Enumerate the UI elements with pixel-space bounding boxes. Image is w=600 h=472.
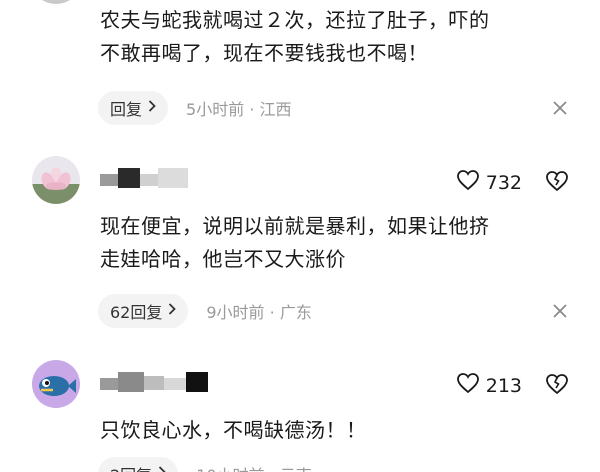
comment-text: 农夫与蛇我就喝过２次，还拉了肚子，吓的 不敢再喝了，现在不要钱我也不喝！ (100, 8, 490, 65)
broken-heart-icon[interactable] (544, 371, 570, 397)
comment-meta: 2回复 10小时前 · 云南 (98, 456, 312, 472)
comment-meta: 62回复 9小时前 · 广东 (98, 293, 312, 329)
reply-button[interactable]: 62回复 (98, 294, 189, 328)
chevron-right-icon (168, 303, 177, 319)
avatar[interactable] (32, 0, 80, 4)
like-count: 732 (485, 171, 522, 194)
chevron-right-icon (148, 100, 156, 116)
broken-heart-icon[interactable] (544, 168, 570, 194)
close-icon[interactable] (550, 301, 570, 321)
comment-time-location: 10小时前 · 云南 (196, 462, 312, 472)
like-button[interactable]: 213 (456, 372, 522, 399)
heart-icon (456, 372, 480, 399)
comment-time-location: 9小时前 · 广东 (206, 303, 312, 322)
heart-icon (456, 169, 480, 196)
reply-button[interactable]: 2回复 (98, 457, 179, 472)
like-count: 213 (485, 374, 522, 397)
close-icon[interactable] (550, 98, 570, 118)
avatar[interactable] (32, 156, 80, 204)
comment-meta: 回复 5小时前 · 江西 (98, 90, 291, 126)
username[interactable] (100, 168, 188, 190)
comment-text: 现在便宜，说明以前就是暴利，如果让他挤 走娃哈哈，他岂不又大涨价 (100, 214, 490, 271)
chevron-right-icon (158, 466, 166, 472)
like-button[interactable]: 732 (456, 169, 522, 196)
comment-time-location: 5小时前 · 江西 (186, 100, 292, 119)
username[interactable] (100, 372, 208, 394)
reply-button[interactable]: 回复 (98, 91, 169, 125)
avatar[interactable] (32, 360, 80, 408)
comment-text: 只饮良心水，不喝缺德汤！！ (100, 418, 367, 442)
